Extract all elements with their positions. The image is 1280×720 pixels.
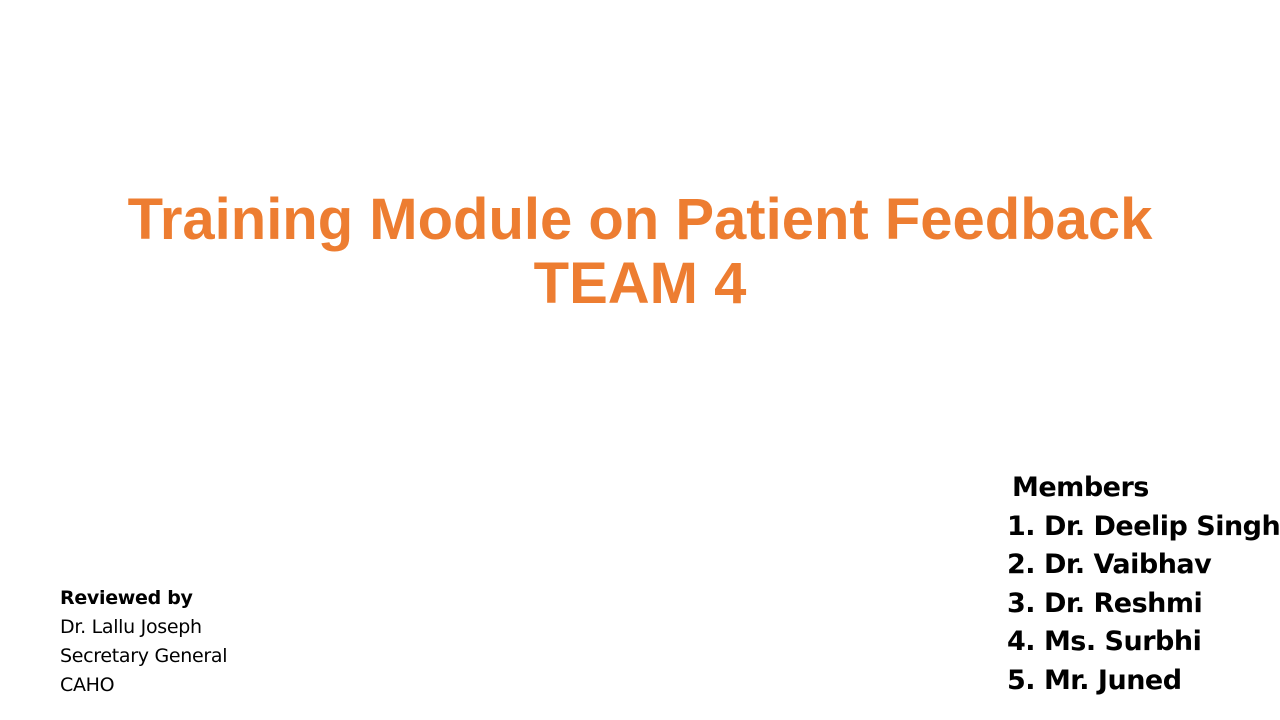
member-item: 2. Dr. Vaibhav [1007, 549, 1212, 580]
reviewer-organization: CAHO [60, 674, 115, 696]
member-item: 3. Dr. Reshmi [1007, 587, 1203, 619]
title-line-team: TEAM 4 [533, 251, 747, 316]
reviewer-role: Secretary General [60, 645, 228, 667]
reviewed-by-heading: Reviewed by [60, 587, 193, 609]
member-item: 4. Ms. Surbhi [1007, 626, 1202, 657]
members-heading: Members [1012, 472, 1149, 503]
presentation-slide: Training Module on Patient Feedback TEAM… [0, 0, 1280, 720]
title-line-main: Training Module on Patient Feedback [127, 187, 1153, 252]
reviewed-by-section: Reviewed by Dr. Lallu Joseph Secretary G… [60, 584, 360, 700]
member-item: 5. Mr. Juned [1007, 664, 1182, 696]
members-section: Members 1. Dr. Deelip Singh 2. Dr. Vaibh… [1007, 469, 1280, 701]
member-item: 1. Dr. Deelip Singh [1007, 510, 1280, 542]
reviewer-name: Dr. Lallu Joseph [60, 616, 202, 638]
members-list: 1. Dr. Deelip Singh 2. Dr. Vaibhav 3. Dr… [1007, 508, 1280, 701]
slide-title: Training Module on Patient Feedback TEAM… [0, 188, 1280, 316]
